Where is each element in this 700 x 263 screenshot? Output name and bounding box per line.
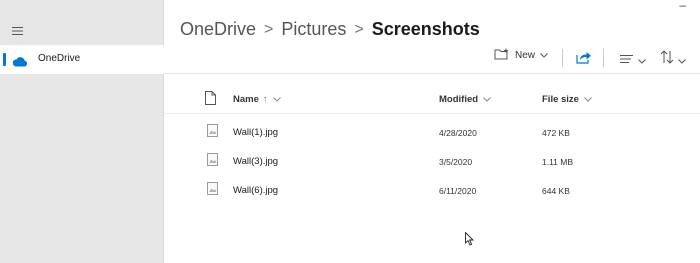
share-icon bbox=[576, 51, 592, 68]
column-header-label: File size bbox=[542, 94, 579, 105]
new-button-label: New bbox=[515, 50, 536, 61]
header-separator bbox=[164, 113, 700, 114]
toolbar-separator bbox=[164, 73, 700, 74]
mouse-cursor-icon bbox=[465, 231, 475, 251]
toolbar: New bbox=[0, 48, 700, 68]
chevron-down-icon bbox=[584, 94, 592, 105]
file-size: 472 KB bbox=[542, 128, 570, 138]
toolbar-divider bbox=[562, 49, 563, 67]
chevron-down-icon bbox=[272, 94, 281, 105]
new-folder-icon bbox=[494, 48, 510, 63]
file-modified: 3/5/2020 bbox=[439, 157, 473, 167]
image-file-icon bbox=[207, 124, 218, 142]
file-name: Wall(6).jpg bbox=[233, 185, 279, 196]
list-view-icon bbox=[620, 51, 634, 69]
view-options-button[interactable] bbox=[620, 51, 646, 69]
image-file-icon bbox=[207, 182, 218, 200]
file-size: 644 KB bbox=[542, 186, 570, 196]
sort-icon bbox=[660, 50, 674, 69]
breadcrumb-current: Screenshots bbox=[371, 19, 480, 39]
toolbar-divider bbox=[603, 49, 604, 67]
file-size: 1.11 MB bbox=[542, 157, 574, 167]
file-row[interactable]: Wall(3).jpg 3/5/2020 1.11 MB bbox=[164, 145, 700, 173]
file-modified: 6/11/2020 bbox=[439, 186, 477, 196]
file-list-header: Name ↑ Modified File size bbox=[164, 90, 700, 110]
file-name: Wall(3).jpg bbox=[233, 156, 279, 167]
column-header-name[interactable]: Name ↑ bbox=[233, 94, 281, 105]
column-header-label: Modified bbox=[439, 94, 479, 105]
file-row[interactable]: Wall(6).jpg 6/11/2020 644 KB bbox=[164, 174, 700, 202]
image-file-icon bbox=[207, 153, 218, 171]
breadcrumb-separator: > bbox=[264, 20, 274, 38]
sort-ascending-indicator: ↑ bbox=[262, 94, 268, 105]
sidebar: OneDrive bbox=[0, 0, 164, 263]
column-header-size[interactable]: File size bbox=[542, 94, 592, 105]
chevron-down-icon bbox=[540, 50, 548, 61]
breadcrumb-item-onedrive[interactable]: OneDrive bbox=[180, 19, 256, 40]
column-header-modified[interactable]: Modified bbox=[439, 94, 491, 105]
share-button[interactable] bbox=[576, 50, 592, 69]
file-modified: 4/28/2020 bbox=[439, 128, 477, 138]
column-header-label: Name bbox=[233, 94, 259, 105]
chevron-down-icon bbox=[678, 51, 686, 69]
chevron-down-icon bbox=[638, 51, 646, 69]
chevron-down-icon bbox=[483, 94, 491, 105]
file-row[interactable]: Wall(1).jpg 4/28/2020 472 KB bbox=[164, 116, 700, 144]
breadcrumb-separator: > bbox=[354, 20, 364, 38]
minimize-button[interactable]: – bbox=[679, 0, 686, 11]
file-name: Wall(1).jpg bbox=[233, 127, 279, 138]
file-type-column-icon[interactable] bbox=[205, 91, 216, 110]
new-button[interactable]: New bbox=[494, 48, 548, 63]
breadcrumb-item-pictures[interactable]: Pictures bbox=[281, 19, 346, 40]
sort-button[interactable] bbox=[660, 50, 686, 69]
hamburger-menu-icon[interactable] bbox=[12, 24, 26, 36]
breadcrumb: OneDrive > Pictures > Screenshots bbox=[180, 19, 480, 40]
